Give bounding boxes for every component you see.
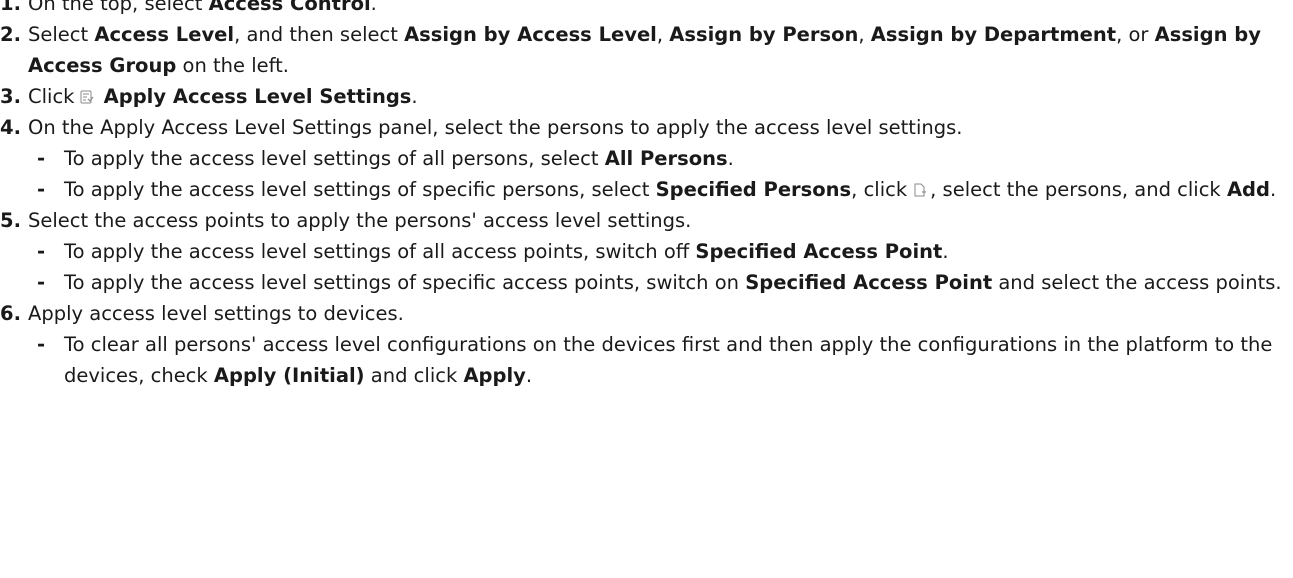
step-text: On the Apply Access Level Settings panel… [28,116,963,139]
step-3: 3. Click Apply Access Level Settings. [0,81,1293,112]
step-4: 4. On the Apply Access Level Settings pa… [0,112,1293,143]
option-text-part: . [525,364,533,387]
step-2: 2. Select Access Level, and then select … [0,19,1293,81]
ui-term-add: Add [1226,178,1270,201]
step-5-option-1: - To apply the access level settings of … [0,236,1293,267]
ui-term-assign-by-department: Assign by Department [870,23,1117,46]
option-text-part: , select the persons, and click [930,178,1227,201]
option-text: To clear all persons' access level confi… [64,333,1272,387]
step-5-option-2: - To apply the access level settings of … [0,267,1293,298]
step-text-part: , [656,23,670,46]
option-text-part: To apply the access level settings of sp… [64,271,746,294]
ui-term-assign-by-access-level: Assign by Access Level [404,23,657,46]
step-text-part: Click [28,85,75,108]
ui-term-apply-access-level-settings: Apply Access Level Settings [103,85,412,108]
step-4-option-1: - To apply the access level settings of … [0,143,1293,174]
step-text-part: On the top, select [28,0,209,15]
step-5: 5. Select the access points to apply the… [0,205,1293,236]
step-text: On the top, select Access Control. [28,0,1293,19]
option-text-part: To apply the access level settings of al… [64,240,696,263]
ui-term-apply-initial: Apply (Initial) [213,364,365,387]
step-text-part: on the left. [176,54,289,77]
step-text: Click Apply Access Level Settings. [28,81,1293,112]
add-person-icon [913,183,927,198]
ui-term-all-persons: All Persons [604,147,728,170]
option-text: To apply the access level settings of sp… [64,271,1282,294]
option-text-part: . [942,240,949,263]
option-text-part: , click [851,178,908,201]
step-text: Select Access Level, and then select Ass… [28,19,1293,81]
bullet-dash: - [37,333,46,356]
option-text: To apply the access level settings of sp… [64,178,1276,201]
document-body: 1. On the top, select Access Control. 2.… [0,0,1293,391]
ui-term-specified-access-point: Specified Access Point [745,271,993,294]
step-number: 4. [0,116,21,139]
step-number: 6. [0,302,21,325]
bullet-dash: - [37,240,46,263]
step-text: Apply access level settings to devices. [28,302,404,325]
option-text-part: . [727,147,734,170]
ui-term-apply: Apply [463,364,526,387]
option-text-part: To apply the access level settings of al… [64,147,605,170]
step-number: 5. [0,209,21,232]
bullet-dash: - [37,147,46,170]
step-4-option-2: - To apply the access level settings of … [0,174,1293,205]
step-6: 6. Apply access level settings to device… [0,298,1293,329]
option-text: To apply the access level settings of al… [64,240,949,263]
step-text-part: , [858,23,871,46]
option-text-part: . [1269,178,1277,201]
option-text-part: and select the access points. [992,271,1282,294]
ui-term-specified-persons: Specified Persons [655,178,852,201]
step-text-part: , or [1116,23,1155,46]
ui-term-specified-access-point: Specified Access Point [695,240,943,263]
option-text: To apply the access level settings of al… [64,147,734,170]
step-text-part: . [370,0,377,15]
step-6-option-1: - To clear all persons' access level con… [0,329,1293,391]
option-text-part: and click [364,364,464,387]
step-number: 3. [0,85,21,108]
ui-term-assign-by-person: Assign by Person [669,23,859,46]
ui-term-access-control: Access Control [208,0,371,15]
bullet-dash: - [37,178,46,201]
option-text-part: To apply the access level settings of sp… [64,178,656,201]
step-text-part: Select [28,23,95,46]
step-text-part: , and then select [234,23,405,46]
step-1: 1. On the top, select Access Control. [0,0,1293,19]
step-text: Select the access points to apply the pe… [28,209,692,232]
step-text-part: . [411,85,418,108]
ui-term-access-level: Access Level [94,23,235,46]
apply-settings-icon [80,90,94,105]
step-number: 2. [0,23,21,46]
step-number: 1. [0,0,21,15]
bullet-dash: - [37,271,46,294]
